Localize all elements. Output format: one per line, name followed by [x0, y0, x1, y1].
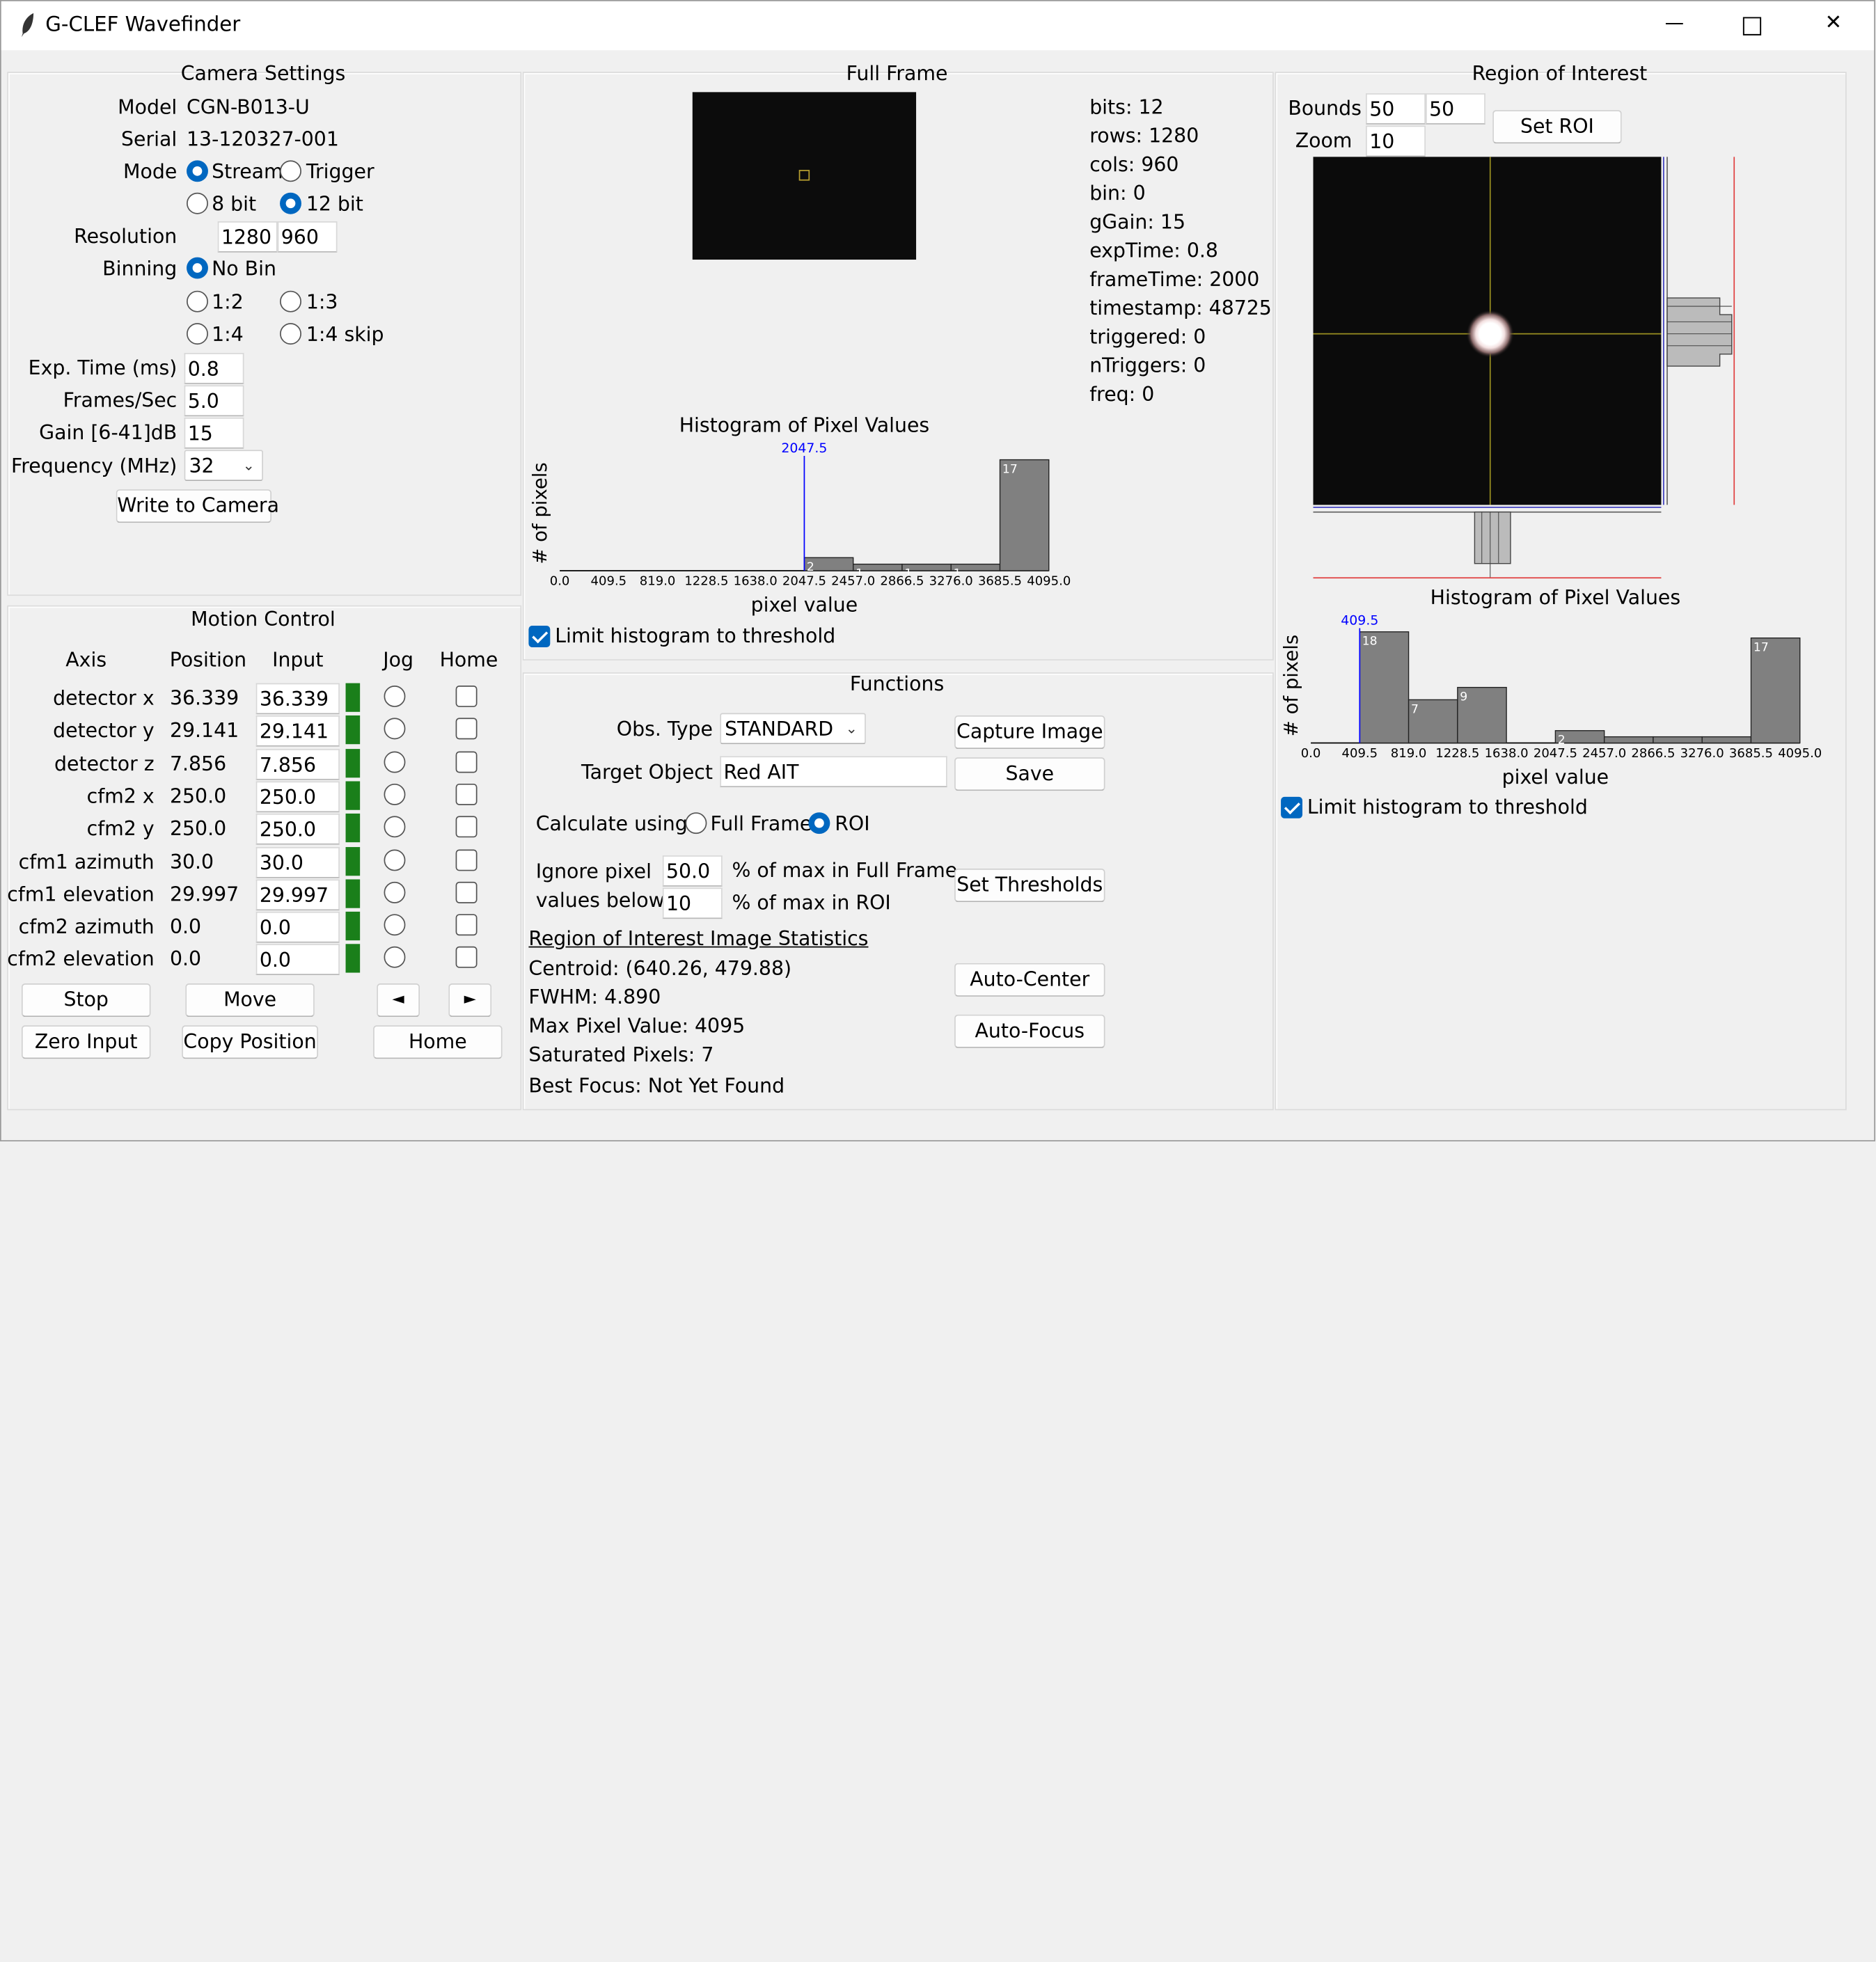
- window-border: [0, 0, 1875, 1141]
